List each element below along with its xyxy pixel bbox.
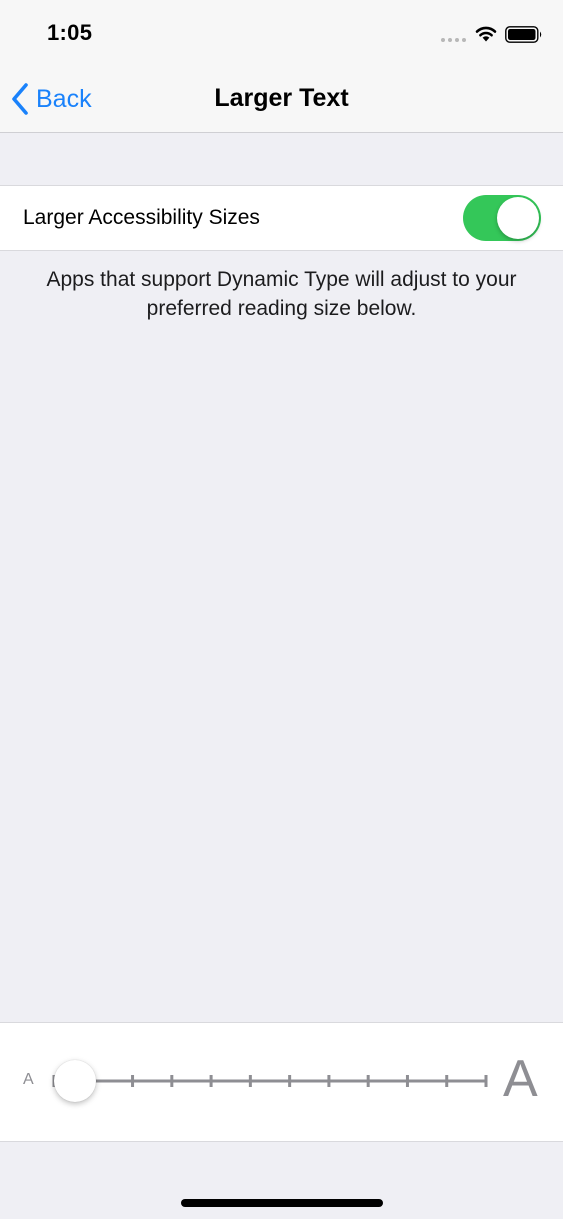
status-bar: 1:05 — [0, 0, 563, 66]
large-text-size-icon: A — [503, 1050, 538, 1108]
text-size-slider-thumb[interactable] — [54, 1060, 96, 1102]
larger-accessibility-sizes-label: Larger Accessibility Sizes — [23, 206, 260, 229]
text-size-slider-panel: A A — [0, 1022, 563, 1142]
navigation-bar: Back Larger Text — [0, 66, 563, 133]
cellular-signal-icon — [441, 38, 467, 42]
toggle-knob — [497, 197, 539, 239]
page-title: Larger Text — [214, 84, 349, 112]
larger-accessibility-sizes-row: Larger Accessibility Sizes — [0, 185, 563, 251]
dynamic-type-description: Apps that support Dynamic Type will adju… — [46, 268, 517, 320]
small-text-size-icon: A — [23, 1071, 34, 1088]
wifi-icon — [475, 26, 497, 42]
battery-icon — [505, 26, 542, 43]
larger-accessibility-sizes-toggle[interactable] — [463, 195, 541, 241]
text-size-slider-track[interactable] — [52, 1071, 488, 1091]
status-time: 1:05 — [47, 20, 93, 45]
home-indicator — [181, 1199, 383, 1207]
